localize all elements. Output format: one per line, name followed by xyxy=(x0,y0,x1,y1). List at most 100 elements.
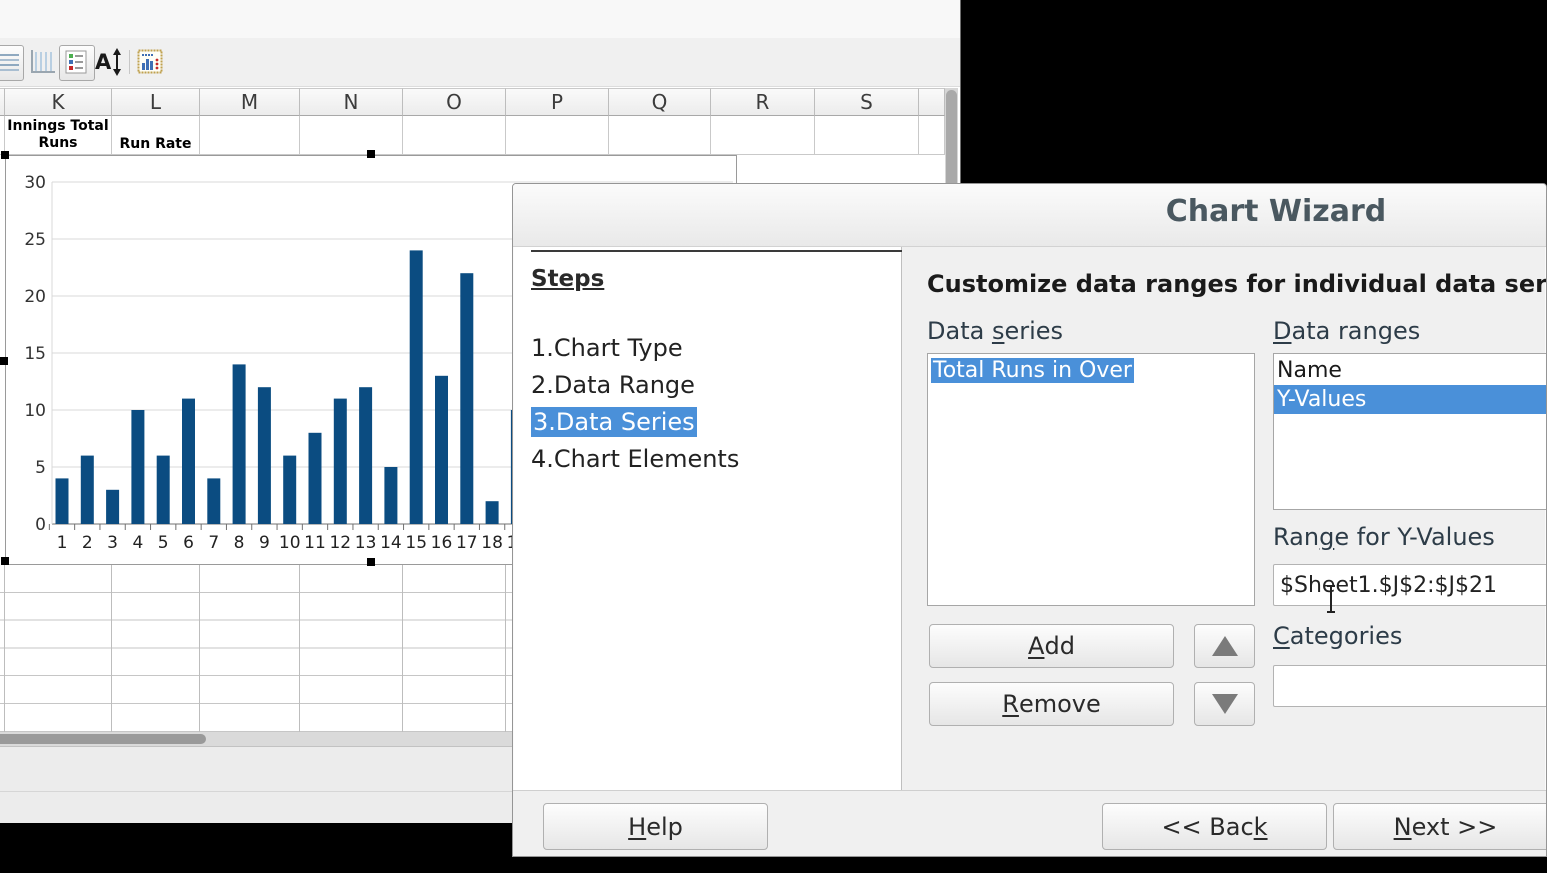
cell-K1[interactable]: Innings Total Runs xyxy=(5,116,112,155)
dialog-button-bar: Help << Back Next >> xyxy=(513,791,1546,857)
svg-text:A: A xyxy=(95,50,112,74)
legend-toggle-button[interactable] xyxy=(59,45,95,81)
column-headers: KLMNOPQRS xyxy=(0,88,945,116)
cell[interactable] xyxy=(300,116,403,155)
move-down-button[interactable] xyxy=(1194,682,1255,726)
text-scale-button[interactable]: A xyxy=(92,45,126,79)
svg-text:13: 13 xyxy=(355,533,377,553)
column-header-Q[interactable]: Q xyxy=(609,88,711,116)
data-series-label: Data series xyxy=(927,317,1063,345)
chart-type-icon xyxy=(133,45,167,79)
grid-line xyxy=(299,565,300,732)
column-header-S[interactable]: S xyxy=(815,88,919,116)
svg-text:16: 16 xyxy=(431,533,453,553)
page-heading: Customize data ranges for individual dat… xyxy=(927,270,1547,298)
data-series-listbox[interactable]: Total Runs in Over xyxy=(927,353,1255,606)
svg-text:11: 11 xyxy=(304,533,326,553)
svg-text:17: 17 xyxy=(456,533,478,553)
svg-text:30: 30 xyxy=(24,173,46,193)
svg-text:15: 15 xyxy=(405,533,427,553)
chart-wizard-dialog: Chart Wizard Steps 1.Chart Type2.Data Ra… xyxy=(512,183,1547,857)
steps-list: 1.Chart Type2.Data Range3.Data Series4.C… xyxy=(531,330,739,478)
menubar-area xyxy=(0,0,960,39)
cell[interactable] xyxy=(200,116,300,155)
legend-icon xyxy=(60,46,92,78)
data-series-item[interactable]: Total Runs in Over xyxy=(931,356,1254,386)
next-button[interactable]: Next >> xyxy=(1333,803,1547,850)
remove-button[interactable]: Remove xyxy=(929,682,1174,726)
step-item-2[interactable]: 2.Data Range xyxy=(531,367,739,404)
svg-text:0: 0 xyxy=(35,515,46,535)
horizontal-grids-button[interactable] xyxy=(0,45,24,81)
selection-handle[interactable] xyxy=(1,151,9,159)
selection-handle[interactable] xyxy=(367,558,375,566)
svg-text:25: 25 xyxy=(24,230,46,250)
svg-text:8: 8 xyxy=(234,533,245,553)
data-ranges-label: Data ranges xyxy=(1273,317,1420,345)
vertical-grids-icon xyxy=(26,45,60,79)
cell[interactable] xyxy=(919,116,945,155)
help-button[interactable]: Help xyxy=(543,803,768,850)
column-header-R[interactable]: R xyxy=(711,88,815,116)
column-header-O[interactable]: O xyxy=(403,88,506,116)
data-range-item-y-values[interactable]: Y-Values xyxy=(1274,385,1547,414)
range-for-y-values-input[interactable] xyxy=(1273,564,1547,606)
column-header-K[interactable]: K xyxy=(5,88,112,116)
down-arrow-icon xyxy=(1210,692,1240,716)
svg-text:18: 18 xyxy=(481,533,503,553)
steps-heading: Steps xyxy=(531,266,604,292)
cell-L1[interactable]: Run Rate xyxy=(112,116,200,155)
data-range-item-name[interactable]: Name xyxy=(1274,356,1547,385)
screen: A KLMNOPQRS xyxy=(0,0,1547,873)
categories-label: Categories xyxy=(1273,622,1402,650)
svg-text:5: 5 xyxy=(35,458,46,478)
svg-text:20: 20 xyxy=(24,287,46,307)
spreadsheet-row-1: Innings Total RunsRun Rate xyxy=(0,116,945,155)
svg-text:5: 5 xyxy=(158,533,169,553)
cell[interactable] xyxy=(506,116,609,155)
toolbar-separator xyxy=(129,50,130,74)
selection-handle[interactable] xyxy=(1,557,9,565)
horizontal-grids-icon xyxy=(0,46,23,80)
selection-handle[interactable] xyxy=(0,357,8,365)
categories-input[interactable] xyxy=(1273,665,1547,707)
svg-text:1: 1 xyxy=(57,533,68,553)
svg-text:6: 6 xyxy=(183,533,194,553)
svg-text:10: 10 xyxy=(24,401,46,421)
dialog-titlebar[interactable]: Chart Wizard xyxy=(513,184,1546,247)
grid-line xyxy=(111,565,112,732)
range-for-y-values-label: Range for Y-Values xyxy=(1273,523,1495,551)
dialog-title: Chart Wizard xyxy=(1166,194,1387,229)
cell[interactable] xyxy=(711,116,815,155)
svg-text:4: 4 xyxy=(132,533,143,553)
back-button[interactable]: << Back xyxy=(1102,803,1327,850)
move-up-button[interactable] xyxy=(1194,624,1255,668)
column-header-N[interactable]: N xyxy=(300,88,403,116)
add-button[interactable]: Add xyxy=(929,624,1174,668)
grid-line xyxy=(199,565,200,732)
grid-line xyxy=(402,565,403,732)
up-arrow-icon xyxy=(1210,634,1240,658)
cell[interactable] xyxy=(609,116,711,155)
step-item-4[interactable]: 4.Chart Elements xyxy=(531,441,739,478)
data-ranges-listbox[interactable]: NameY-Values xyxy=(1273,353,1547,510)
column-header-M[interactable]: M xyxy=(200,88,300,116)
horizontal-scrollbar-thumb[interactable] xyxy=(0,734,206,744)
vertical-grids-button[interactable] xyxy=(26,45,60,79)
column-header-L[interactable]: L xyxy=(112,88,200,116)
svg-text:2: 2 xyxy=(82,533,93,553)
cell[interactable] xyxy=(815,116,919,155)
grid-line xyxy=(4,565,5,732)
column-header-P[interactable]: P xyxy=(506,88,609,116)
steps-panel xyxy=(514,247,902,790)
step-item-3[interactable]: 3.Data Series xyxy=(531,404,739,441)
chart-type-button[interactable] xyxy=(133,45,167,79)
svg-text:15: 15 xyxy=(24,344,46,364)
column-header-partial[interactable] xyxy=(919,88,945,116)
svg-text:14: 14 xyxy=(380,533,402,553)
step-item-1[interactable]: 1.Chart Type xyxy=(531,330,739,367)
cell[interactable] xyxy=(403,116,506,155)
text-cursor xyxy=(1323,584,1339,614)
text-scale-icon: A xyxy=(92,45,126,79)
selection-handle[interactable] xyxy=(367,150,375,158)
